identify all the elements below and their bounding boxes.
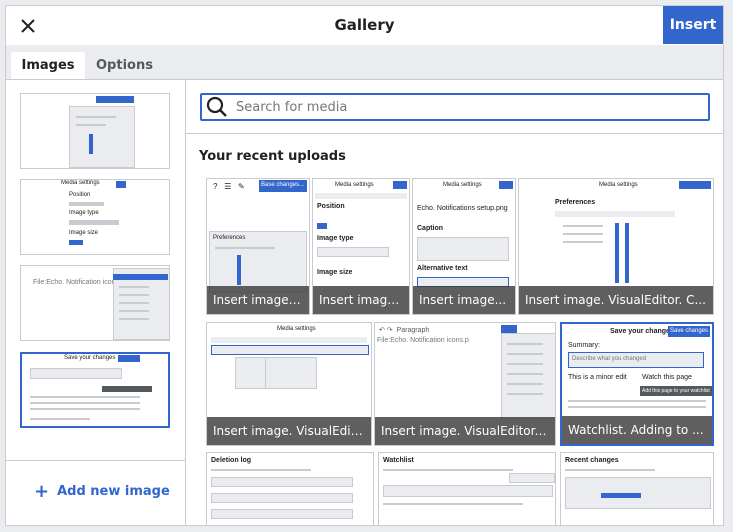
upload-result-tile[interactable]: Media settings Position Image type Image… — [312, 178, 410, 315]
plus-icon: + — [34, 481, 50, 502]
tile-caption: Watchlist. Adding to ... — [562, 416, 712, 444]
search-box[interactable] — [200, 93, 710, 121]
upload-result-tile[interactable]: Deletion log — [206, 452, 374, 525]
upload-result-tile[interactable]: Recent changes — [560, 452, 714, 525]
gallery-item-thumbnail-selected[interactable]: Save your changes — [20, 352, 170, 428]
upload-results-grid: ? ☰ ✎ Base changes... Preferences Insert… — [200, 178, 720, 525]
upload-result-tile[interactable]: Media settings Preferences Insert image.… — [518, 178, 714, 315]
search-input[interactable] — [234, 98, 698, 116]
gallery-sidebar: Media settings Position Image type Image… — [6, 80, 186, 525]
tab-images[interactable]: Images — [11, 52, 85, 79]
gallery-main: Your recent uploads ? ☰ ✎ Base changes..… — [186, 80, 723, 525]
dialog-title: Gallery — [334, 16, 395, 34]
insert-button[interactable]: Insert — [663, 6, 723, 44]
tile-caption: Insert image. ... — [207, 286, 309, 314]
search-area — [186, 80, 723, 134]
tile-caption: Insert image. VisualEditor. C... — [519, 286, 713, 314]
upload-result-tile[interactable]: ? ☰ ✎ Base changes... Preferences Insert… — [206, 178, 310, 315]
dialog-titlebar: Gallery Insert — [6, 6, 723, 46]
upload-result-tile[interactable]: Media settings Insert image. VisualEdit.… — [206, 322, 372, 446]
tab-bar: Images Options — [6, 46, 723, 80]
gallery-item-thumbnail[interactable]: File:Echo. Notification icons.p — [20, 265, 170, 341]
upload-result-tile-selected[interactable]: Save your changes Save changes Summary: … — [560, 322, 714, 446]
recent-uploads-heading: Your recent uploads — [199, 149, 346, 164]
tile-caption: Insert image... — [413, 286, 515, 314]
gallery-item-thumbnail[interactable] — [20, 93, 170, 169]
tile-caption: Insert image... — [313, 286, 409, 314]
sidebar-footer: + Add new image — [6, 460, 185, 525]
gallery-dialog: Gallery Insert Images Options Media sett… — [5, 5, 724, 526]
upload-result-tile[interactable]: File:Echo. Notification icons.p ↶ ↷ Para… — [374, 322, 556, 446]
tab-options[interactable]: Options — [86, 52, 163, 79]
add-new-image-label: Add new image — [57, 484, 170, 499]
add-new-image-button[interactable]: + Add new image — [34, 481, 170, 502]
upload-result-tile[interactable]: Media settings Echo. Notifications setup… — [412, 178, 516, 315]
tile-caption: Insert image. VisualEditor. ... — [375, 417, 555, 445]
tile-caption: Insert image. VisualEdit... — [207, 417, 371, 445]
upload-result-tile[interactable]: Watchlist — [378, 452, 556, 525]
search-icon — [206, 96, 227, 117]
gallery-item-thumbnail[interactable]: Media settings Position Image type Image… — [20, 179, 170, 255]
